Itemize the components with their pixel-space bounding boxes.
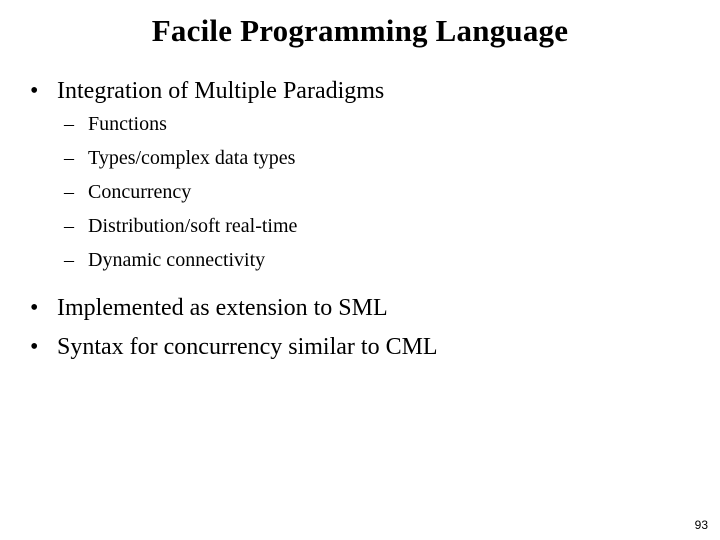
list-item: – Dynamic connectivity bbox=[0, 248, 720, 273]
slide: Facile Programming Language • Integratio… bbox=[0, 0, 720, 540]
dash-icon: – bbox=[64, 215, 74, 237]
sub-list: – Functions – Types/complex data types –… bbox=[0, 112, 720, 273]
bullet-dot-icon: • bbox=[30, 78, 39, 104]
list-item: • Syntax for concurrency similar to CML bbox=[0, 332, 720, 362]
list-item: – Distribution/soft real-time bbox=[0, 214, 720, 239]
dash-icon: – bbox=[64, 113, 74, 135]
list-item-label: Types/complex data types bbox=[88, 147, 296, 169]
list-item: – Types/complex data types bbox=[0, 146, 720, 171]
dash-icon: – bbox=[64, 147, 74, 169]
bullet-dot-icon: • bbox=[30, 334, 39, 360]
list-item-label: Syntax for concurrency similar to CML bbox=[57, 334, 438, 360]
list-item-label: Implemented as extension to SML bbox=[57, 295, 388, 321]
list-item-label: Distribution/soft real-time bbox=[88, 215, 298, 237]
page-number: 93 bbox=[694, 518, 708, 532]
dash-icon: – bbox=[64, 181, 74, 203]
dash-icon: – bbox=[64, 249, 74, 271]
list-item: – Functions bbox=[0, 112, 720, 137]
list-item-label: Concurrency bbox=[88, 181, 192, 203]
list-item-label: Dynamic connectivity bbox=[88, 249, 266, 271]
list-item: – Concurrency bbox=[0, 180, 720, 205]
list-item-label: Integration of Multiple Paradigms bbox=[57, 78, 385, 104]
slide-body: • Integration of Multiple Paradigms – Fu… bbox=[0, 76, 720, 371]
page-title: Facile Programming Language bbox=[151, 13, 569, 48]
list-item-label: Functions bbox=[88, 113, 167, 135]
list-item: • Integration of Multiple Paradigms bbox=[0, 76, 720, 106]
list-item: • Implemented as extension to SML bbox=[0, 293, 720, 323]
bullet-dot-icon: • bbox=[30, 295, 39, 321]
